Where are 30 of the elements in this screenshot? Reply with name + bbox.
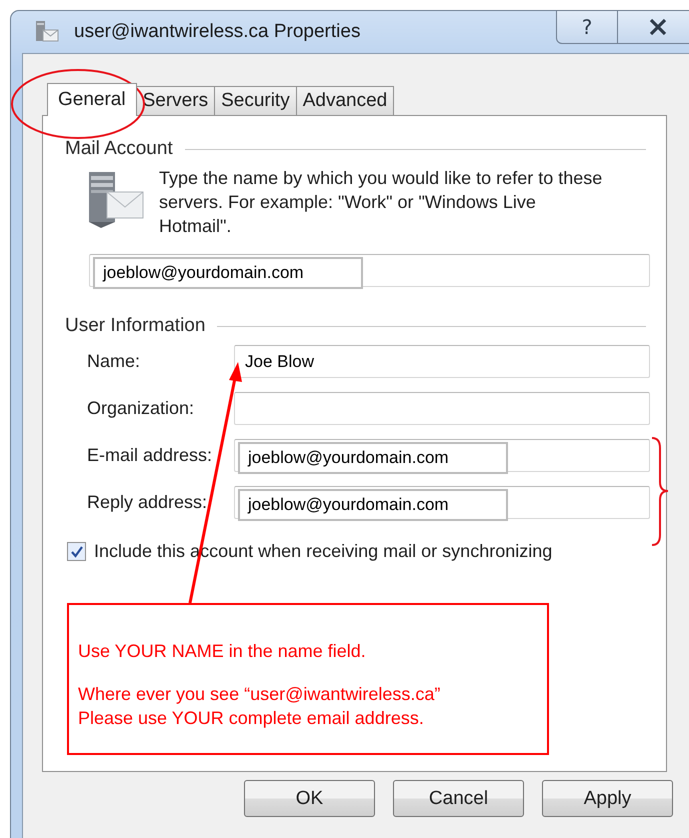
- input-field[interactable]: Joe Blow: [234, 345, 650, 378]
- window-title: user@iwantwireless.ca Properties: [74, 21, 360, 43]
- field-label: Organization:: [87, 398, 196, 419]
- field-label: E-mail address:: [87, 445, 214, 466]
- input-field[interactable]: joeblow@yourdomain.com: [234, 439, 650, 472]
- pasted-value-box: joeblow@yourdomain.com: [238, 488, 508, 520]
- tab[interactable]: Advanced: [296, 86, 394, 115]
- description-text: Type the name by which you would like to refer to these servers. For example: "Work" or "Windows Live Hotmail".: [159, 167, 604, 238]
- section-heading: Mail Account: [65, 138, 173, 160]
- section-heading: User Information: [65, 315, 206, 337]
- instruction-text: Where ever you see “user@iwantwireless.ca” Please use YOUR complete email address.: [78, 683, 442, 730]
- close-button[interactable]: [618, 10, 689, 44]
- tab[interactable]: Servers: [136, 86, 216, 115]
- checkbox[interactable]: [67, 542, 86, 561]
- dialog-button[interactable]: Apply: [542, 780, 673, 817]
- dialog-button[interactable]: OK: [244, 780, 375, 817]
- help-button[interactable]: ?: [556, 10, 618, 44]
- dialog-button[interactable]: Cancel: [393, 780, 524, 817]
- pasted-value-box: joeblow@yourdomain.com: [93, 256, 363, 288]
- input-field[interactable]: joeblow@yourdomain.com: [234, 486, 650, 519]
- field-label: Name:: [87, 351, 142, 372]
- server-mail-icon: [87, 170, 145, 230]
- input-field[interactable]: [234, 392, 650, 425]
- account-name-field[interactable]: joeblow@yourdomain.com: [89, 254, 650, 287]
- tab[interactable]: Security: [214, 86, 297, 115]
- pasted-value-box: joeblow@yourdomain.com: [238, 442, 508, 474]
- field-value: Joe Blow: [244, 352, 314, 372]
- tab[interactable]: General: [47, 83, 137, 116]
- field-label: Reply address:: [87, 492, 208, 513]
- instruction-text: Use YOUR NAME in the name field.: [78, 640, 367, 663]
